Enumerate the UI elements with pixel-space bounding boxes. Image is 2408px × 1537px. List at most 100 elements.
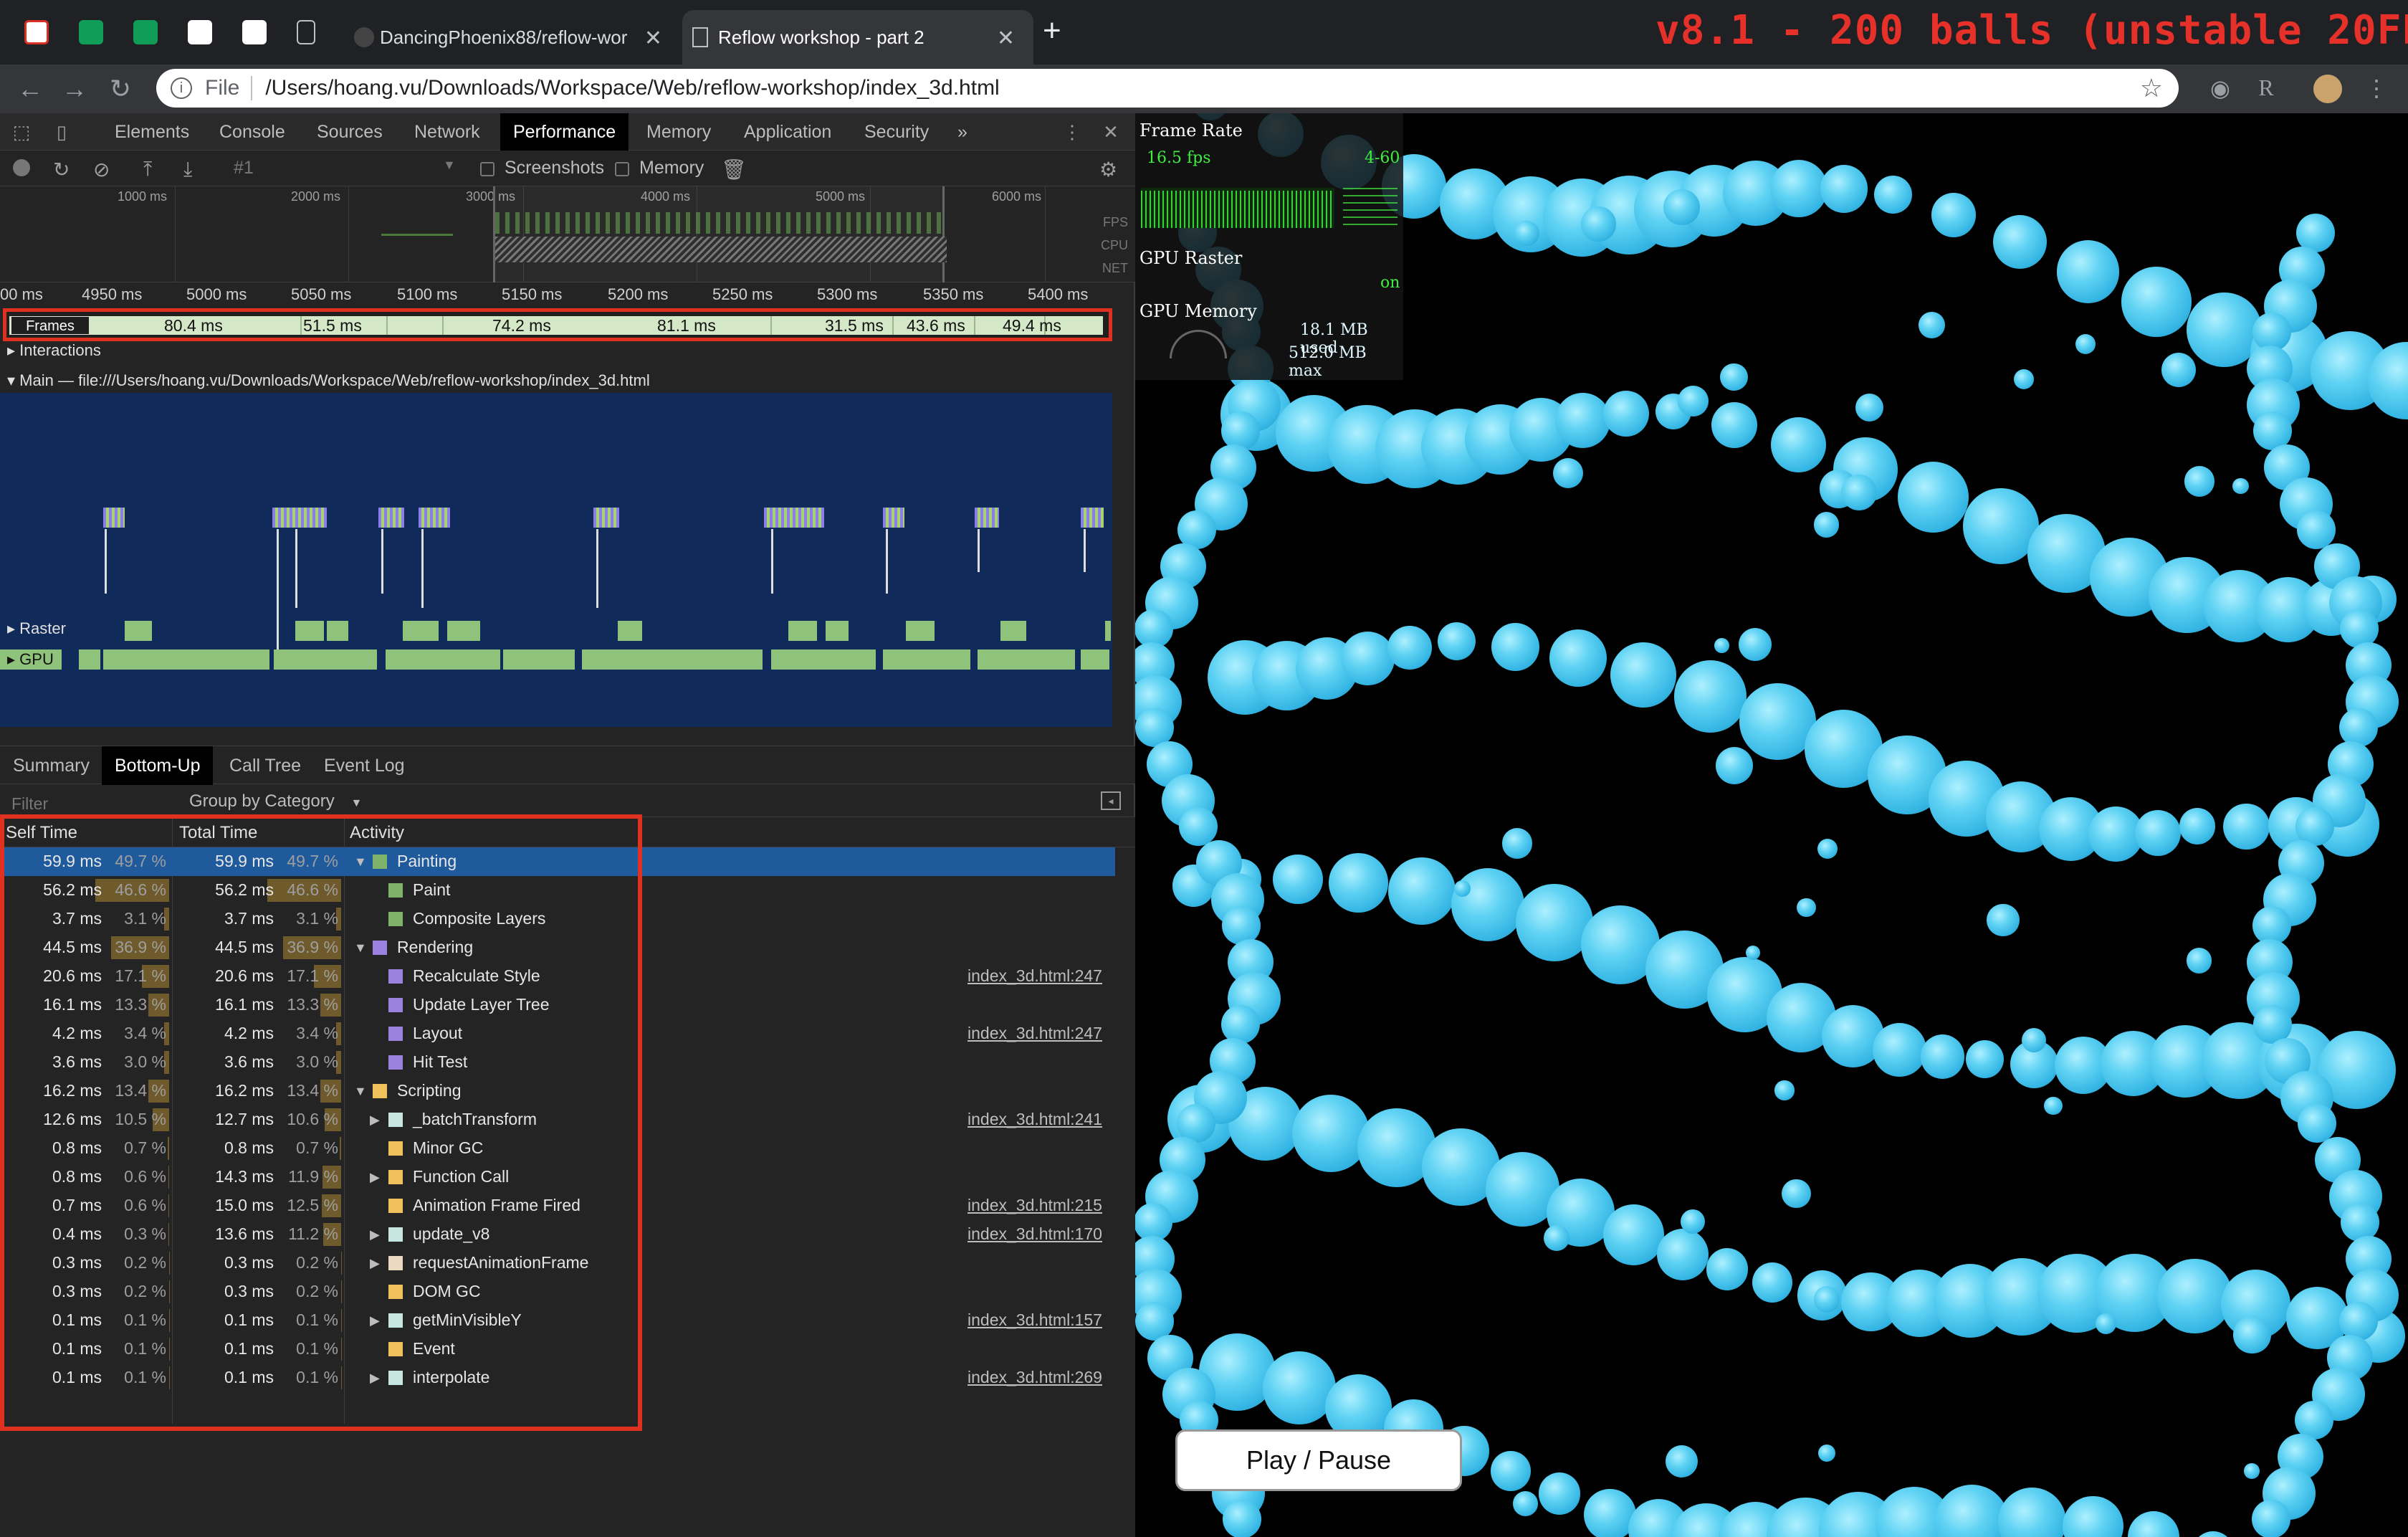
tab-elements[interactable]: Elements	[102, 113, 202, 151]
sheets-pinned-tab-2[interactable]	[133, 20, 158, 44]
table-row[interactable]: 0.1 ms 0.1 % 0.1 ms 0.1 % ▶ getMinVisibleY ind…	[0, 1306, 1115, 1335]
r-extension-icon[interactable]: R	[2252, 75, 2280, 103]
gpu-track[interactable]: ▸ GPU	[0, 647, 1112, 672]
close-devtools-icon[interactable]: ✕	[1099, 120, 1122, 143]
table-row[interactable]: 16.2 ms 13.4 % 16.2 ms 13.4 % ▼ Scripting	[0, 1077, 1115, 1105]
app-pinned-tab[interactable]	[188, 20, 212, 44]
filter-input[interactable]: Filter	[11, 794, 48, 814]
sheets-pinned-tab[interactable]	[79, 20, 103, 44]
upload-icon[interactable]: ⤒	[143, 158, 152, 181]
frame-duration[interactable]: 80.4 ms	[164, 316, 223, 336]
expand-closed-icon[interactable]: ▶	[370, 1371, 380, 1386]
table-row[interactable]: 3.7 ms 3.1 % 3.7 ms 3.1 % Composite Layers	[0, 905, 1115, 933]
tab-performance[interactable]: Performance	[500, 113, 629, 151]
tab-sources[interactable]: Sources	[304, 113, 396, 151]
raster-block[interactable]	[447, 621, 480, 641]
tab-bottom-up[interactable]: Bottom-Up	[102, 746, 214, 785]
gpu-block[interactable]	[978, 649, 1075, 670]
raster-block[interactable]	[788, 621, 817, 641]
raster-track[interactable]	[0, 615, 1112, 644]
menu-icon[interactable]: ⋮	[2362, 75, 2391, 103]
table-row[interactable]: 4.2 ms 3.4 % 4.2 ms 3.4 % Layout index_3d.htm…	[0, 1019, 1115, 1048]
source-link[interactable]: index_3d.html:170	[968, 1224, 1102, 1244]
device-toolbar-icon[interactable]: ▯	[50, 120, 73, 143]
raster-block[interactable]	[403, 621, 439, 641]
table-row[interactable]: 0.1 ms 0.1 % 0.1 ms 0.1 % ▶ interpolate index_…	[0, 1364, 1115, 1392]
forward-button[interactable]: →	[54, 69, 95, 109]
screenshots-checkbox[interactable]	[480, 162, 494, 176]
tab-event-log[interactable]: Event Log	[311, 746, 418, 785]
col-self-time[interactable]: Self Time	[6, 823, 77, 843]
expand-closed-icon[interactable]: ▶	[370, 1227, 380, 1242]
raster-block[interactable]	[295, 621, 324, 641]
settings-gear-icon[interactable]: ⚙	[1099, 158, 1117, 181]
raster-block[interactable]	[327, 621, 348, 641]
task-block[interactable]	[593, 508, 619, 528]
table-row[interactable]: 0.8 ms 0.6 % 14.3 ms 11.9 % ▶ Function Call	[0, 1163, 1115, 1191]
col-total-time[interactable]: Total Time	[179, 823, 257, 843]
main-thread-flamechart[interactable]	[0, 393, 1112, 727]
gpu-block[interactable]	[883, 649, 970, 670]
table-row[interactable]: 56.2 ms 46.6 % 56.2 ms 46.6 % Paint	[0, 876, 1115, 905]
source-link[interactable]: index_3d.html:247	[968, 966, 1102, 986]
reload-button[interactable]: ↻	[100, 69, 140, 109]
tab-console[interactable]: Console	[206, 113, 298, 151]
recording-select-arrow[interactable]: ▼	[443, 158, 456, 173]
gpu-block[interactable]	[386, 649, 500, 670]
gpu-block[interactable]	[582, 649, 763, 670]
gmail-pinned-tab[interactable]	[24, 20, 49, 44]
task-block[interactable]	[764, 508, 824, 528]
gpu-block[interactable]	[771, 649, 876, 670]
recording-select[interactable]: #1	[234, 158, 254, 179]
tab-call-tree[interactable]: Call Tree	[216, 746, 314, 785]
raster-block[interactable]	[618, 621, 642, 641]
main-track-label[interactable]: ▾ Main — file:///Users/hoang.vu/Download…	[7, 371, 650, 390]
frame-duration[interactable]: 74.2 ms	[492, 316, 551, 336]
task-block[interactable]	[378, 508, 404, 528]
raster-block[interactable]	[1000, 621, 1026, 641]
new-tab-button[interactable]: +	[1043, 13, 1061, 49]
expand-open-icon[interactable]: ▼	[354, 1084, 367, 1099]
expand-closed-icon[interactable]: ▶	[370, 1313, 380, 1328]
gpu-block[interactable]	[1081, 649, 1109, 670]
back-button[interactable]: ←	[10, 69, 50, 109]
interactions-track-label[interactable]: ▸ Interactions	[7, 341, 101, 360]
table-row[interactable]: 0.7 ms 0.6 % 15.0 ms 12.5 % Animation Frame …	[0, 1191, 1115, 1220]
tab-memory[interactable]: Memory	[634, 113, 724, 151]
frame-duration[interactable]: 43.6 ms	[907, 316, 965, 336]
tab-summary[interactable]: Summary	[0, 746, 102, 785]
tab-github[interactable]: DancingPhoenix88/reflow-wor ✕	[344, 10, 681, 65]
task-block[interactable]	[883, 508, 904, 528]
source-link[interactable]: index_3d.html:269	[968, 1368, 1102, 1387]
table-row[interactable]: 16.1 ms 13.3 % 16.1 ms 13.3 % Update Layer T…	[0, 991, 1115, 1019]
task-block[interactable]	[272, 508, 327, 528]
tab-reflow[interactable]: Reflow workshop - part 2 ✕	[682, 10, 1033, 65]
table-row[interactable]: 12.6 ms 10.5 % 12.7 ms 10.6 % ▶ _batchTransfo…	[0, 1105, 1115, 1134]
expand-closed-icon[interactable]: ▶	[370, 1170, 380, 1185]
toggle-sidebar-icon[interactable]: ◂	[1101, 791, 1121, 810]
app-pinned-tab-2[interactable]	[242, 20, 267, 44]
info-icon[interactable]: i	[171, 77, 192, 99]
table-row[interactable]: 0.3 ms 0.2 % 0.3 ms 0.2 % DOM GC	[0, 1277, 1115, 1306]
download-icon[interactable]: ⤓	[183, 158, 192, 181]
raster-block[interactable]	[826, 621, 849, 641]
table-row[interactable]: 44.5 ms 36.9 % 44.5 ms 36.9 % ▼ Rendering	[0, 933, 1115, 962]
task-block[interactable]	[103, 508, 125, 528]
expand-closed-icon[interactable]: ▶	[370, 1256, 380, 1271]
raster-block[interactable]	[125, 621, 152, 641]
close-tab-icon[interactable]: ✕	[997, 26, 1015, 51]
source-link[interactable]: index_3d.html:157	[968, 1310, 1102, 1330]
inspect-icon[interactable]: ⬚	[10, 120, 33, 143]
tab-application[interactable]: Application	[731, 113, 844, 151]
record-icon[interactable]	[13, 159, 30, 176]
avatar[interactable]	[2313, 75, 2342, 103]
table-row[interactable]: 59.9 ms 49.7 % 59.9 ms 49.7 % ▼ Painting	[0, 847, 1115, 876]
group-by-select[interactable]: Group by Category ▼	[189, 791, 362, 812]
tab-security[interactable]: Security	[851, 113, 942, 151]
gpu-track-label[interactable]: ▸ GPU	[0, 649, 62, 670]
frame-duration[interactable]: 51.5 ms	[303, 316, 362, 336]
source-link[interactable]: index_3d.html:241	[968, 1110, 1102, 1129]
task-block[interactable]	[1081, 508, 1104, 528]
table-row[interactable]: 3.6 ms 3.0 % 3.6 ms 3.0 % Hit Test	[0, 1048, 1115, 1077]
bookmark-star-icon[interactable]: ☆	[2140, 73, 2163, 103]
